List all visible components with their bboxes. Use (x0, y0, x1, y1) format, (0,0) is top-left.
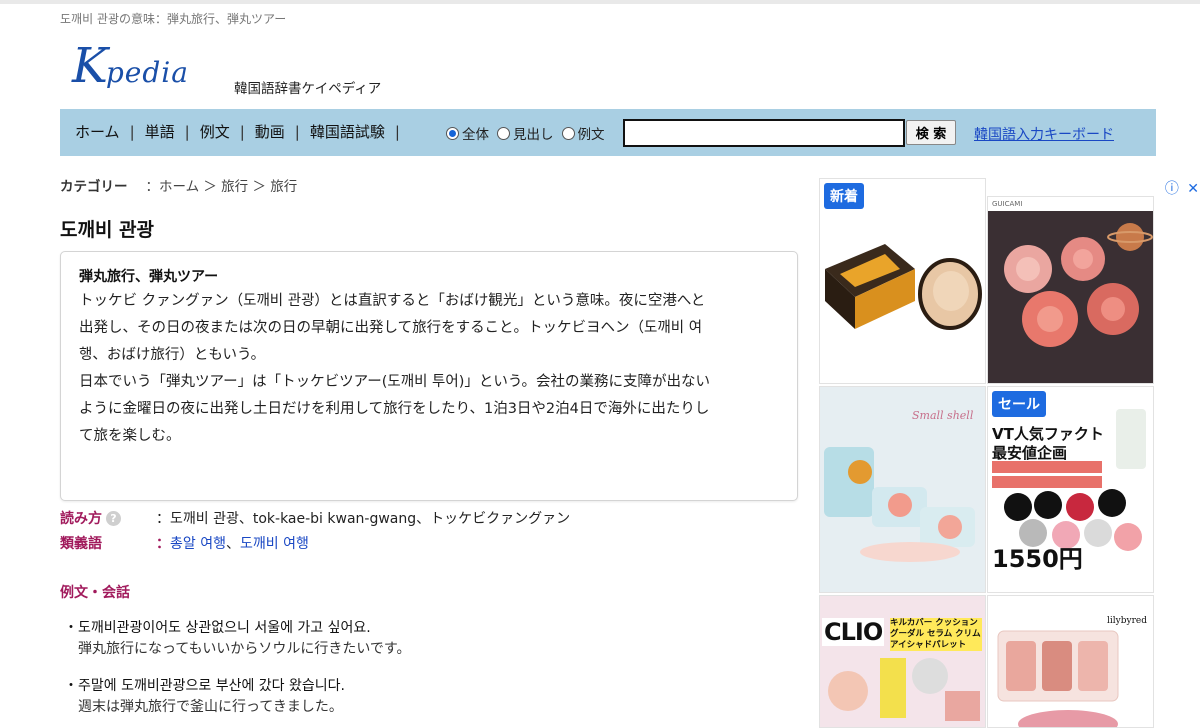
ad-controls: ⓘ ✕ (1165, 178, 1199, 198)
synonym-colon: ： (156, 536, 170, 552)
ad-tile-guicami[interactable]: GUICAMI (987, 196, 1154, 384)
definition-line: 日本でいう「弾丸ツアー」は「トッケビツアー(도깨비 투어)」という。会社の業務に… (79, 374, 711, 390)
nav-separator: | (394, 122, 400, 141)
ad-tile-lilybyred[interactable]: lilybyred (987, 595, 1154, 728)
examples-heading: 例文・会話 (60, 585, 130, 601)
example-korean: ・주말에 도깨비관광으로 부산에 갔다 왔습니다. (64, 678, 345, 694)
example-item: ・도깨비관광이어도 상관없으니 서울에 가고 싶어요. 弾丸旅行になってもいいか… (64, 618, 411, 660)
definition-line: 出発し、その日の夜または次の日の早朝に出発して旅行をすること。トッケビヨヘン（도… (79, 320, 703, 336)
synonym-link[interactable]: 총알 여행 (170, 536, 226, 552)
ad-image-blush (1004, 223, 1153, 347)
radio-all-label: 全体 (462, 127, 489, 143)
example-korean: ・도깨비관광이어도 상관없으니 서울에 가고 싶어요. (64, 620, 371, 636)
sale-badge: セール (992, 391, 1046, 417)
definition-line: 행、おばけ旅行）ともいう。 (79, 347, 266, 363)
korean-keyboard-link[interactable]: 韓国語入力キーボード (974, 124, 1114, 144)
radio-headword-dot[interactable] (497, 126, 510, 140)
nav-videos[interactable]: 動画 (255, 121, 285, 142)
new-badge: 新着 (824, 183, 864, 209)
search-scope: 全体 見出し 例文 (446, 123, 613, 143)
ad-close-icon[interactable]: ✕ (1187, 181, 1199, 197)
definition-body: トッケビ クァングァン（도깨비 관광）とは直訳すると「おばけ観光」という意味。夜… (79, 288, 779, 450)
synonym-row: 類義語 ：총알 여행、도깨비 여행 (60, 533, 309, 553)
ad-image-powder (825, 244, 982, 330)
definition-box: 弾丸旅行、弾丸ツアー トッケビ クァングァン（도깨비 관광）とは直訳すると「おば… (60, 251, 798, 501)
nav-separator: | (129, 122, 135, 141)
nav-menu: ホーム | 単語 | 例文 | 動画 | 韓国語試験 | (75, 121, 410, 142)
synonym-label: 類義語 (60, 536, 102, 552)
top-breadcrumb: 도깨비 관광の意味：弾丸旅行、弾丸ツアー (60, 12, 287, 26)
nav-exam[interactable]: 韓国語試験 (310, 121, 385, 142)
radio-all[interactable]: 全体 (446, 123, 489, 143)
radio-all-dot[interactable] (446, 126, 459, 140)
category-label: カテゴリー (60, 179, 128, 195)
radio-example[interactable]: 例文 (561, 123, 605, 143)
top-border (0, 0, 1200, 4)
nav-bar: ホーム | 単語 | 例文 | 動画 | 韓国語試験 | 全体 見出し 例文 検… (60, 109, 1156, 156)
category-breadcrumb: カテゴリー ：ホーム ＞ 旅行 ＞ 旅行 (60, 175, 297, 195)
vt-price: 1550円 (992, 545, 1083, 573)
entry-title: 도깨비 관광 (60, 219, 155, 241)
reading-value: ：도깨비 관광、tok-kae-bi kwan-gwang、トッケビクァングァン (156, 511, 571, 527)
definition-line: トッケビ クァングァン（도깨비 관광）とは直訳すると「おばけ観光」という意味。夜… (79, 293, 706, 309)
definition-line: ように金曜日の夜に出発し土日だけを利用して旅行をしたり、1泊3日や2泊4日で海外… (79, 401, 710, 417)
synonym-separator: 、 (225, 536, 240, 552)
example-japanese: 週末は弾丸旅行で釜山に行ってきました。 (78, 699, 343, 715)
ad-tile-powder[interactable]: 新着 (819, 178, 986, 384)
example-item: ・주말에 도깨비관광으로 부산에 갔다 왔습니다. 週末は弾丸旅行で釜山に行って… (64, 676, 345, 718)
nav-examples[interactable]: 例文 (200, 121, 230, 142)
ad-info-icon[interactable]: ⓘ (1165, 181, 1179, 197)
nav-separator: | (184, 122, 190, 141)
logo-initial: K (72, 38, 108, 94)
example-japanese: 弾丸旅行になってもいいからソウルに行きたいです。 (78, 641, 411, 657)
kpedia-logo[interactable]: Kpedia (72, 38, 189, 94)
nav-home[interactable]: ホーム (75, 121, 120, 142)
radio-example-dot[interactable] (561, 126, 575, 140)
synonym-link[interactable]: 도깨비 여행 (240, 536, 309, 552)
search-button[interactable]: 検 索 (906, 120, 956, 145)
logo-rest: pedia (105, 56, 189, 89)
site-tagline: 韓国語辞書ケイペディア (234, 81, 382, 97)
ad-image-palette (997, 630, 1119, 727)
ad-image-highlighter (824, 447, 975, 562)
radio-headword-label: 見出し (513, 127, 554, 143)
definition-line: て旅を楽しむ。 (79, 428, 181, 444)
help-icon[interactable]: ? (106, 511, 121, 526)
ad-image-clio (828, 658, 980, 721)
search-input[interactable] (623, 119, 905, 147)
nav-separator: | (239, 122, 245, 141)
reading-row: 読み方? ：도깨비 관광、tok-kae-bi kwan-gwang、トッケビクァ… (60, 508, 570, 528)
nav-words[interactable]: 単語 (145, 121, 175, 142)
radio-headword[interactable]: 見出し (497, 123, 554, 143)
radio-example-label: 例文 (577, 127, 605, 143)
definition-heading: 弾丸旅行、弾丸ツアー (79, 269, 219, 285)
ad-tile-highlighter[interactable]: Small shell (819, 386, 986, 593)
reading-label: 読み方? (60, 508, 156, 528)
ad-tile-clio[interactable]: CLIO キルカバー クッション グーダル セラム クリム アイシャドパレット (819, 595, 986, 728)
category-path[interactable]: ：ホーム ＞ 旅行 ＞ 旅行 (146, 179, 298, 195)
nav-separator: | (294, 122, 300, 141)
ad-tile-vt[interactable]: VT人気ファクト 最安値企画 1550円 セール (987, 386, 1154, 593)
